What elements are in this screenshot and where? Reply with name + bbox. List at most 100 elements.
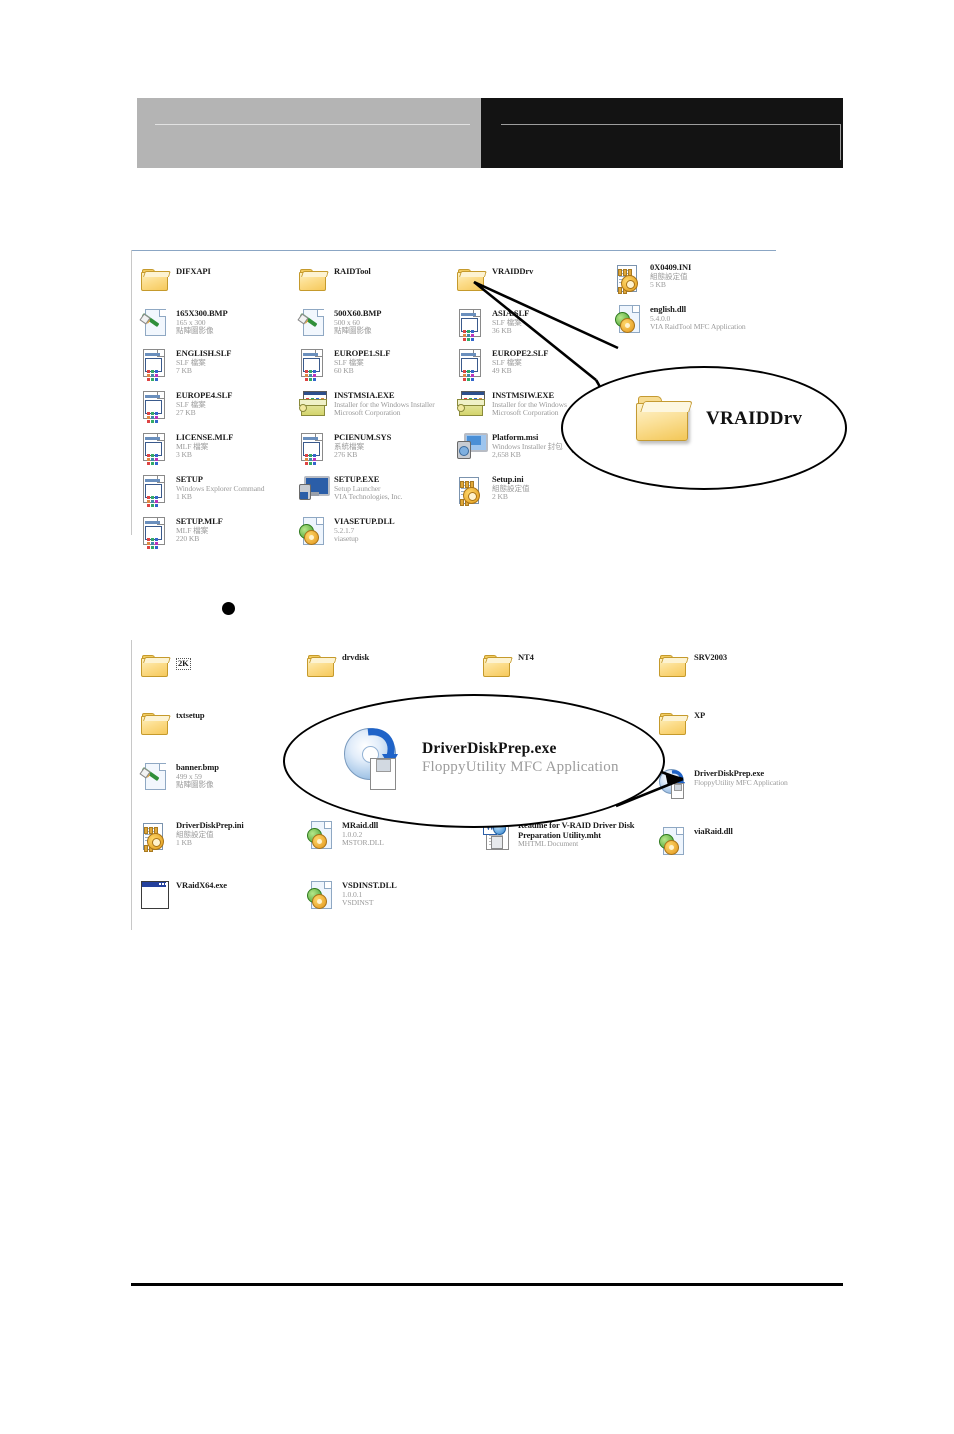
file-detail-line2: 2 KB [492,492,508,502]
file-icon-wrap [457,432,488,462]
file-item[interactable]: viaRaid.dll [659,826,839,856]
file-item[interactable]: Setup.ini 組態設定值 2 KB [457,474,611,506]
bullet-marker [222,602,235,615]
file-text: Readme for V-RAID Driver Disk Preparation… [518,820,655,849]
file-text: SETUP.MLF MLF 檔案 220 KB [176,516,295,544]
file-icon-wrap [141,710,171,740]
file-detail-line2: 點陣圖影像 [334,326,372,336]
file-detail-line2: VIA RaidTool MFC Application [650,322,746,332]
file-item[interactable]: SRV2003 [659,652,839,682]
file-item[interactable]: PCIENUM.SYS 系統檔案 276 KB [299,432,453,465]
slf-document-icon [141,349,165,381]
file-icon-wrap [141,432,171,465]
file-item[interactable]: DriverDiskPrep.ini 組態設定值 1 KB [141,820,303,852]
file-detail-line1: 組態設定值 [650,271,688,281]
dll-gear-icon [307,821,332,849]
file-item[interactable]: VRAIDDrv [457,266,611,296]
file-text: VRaidX64.exe [176,880,303,891]
file-item[interactable]: EUROPE1.SLF SLF 檔案 60 KB [299,348,453,381]
folder-icon [141,268,171,291]
file-text: DriverDiskPrep.ini 組態設定值 1 KB [176,820,303,848]
file-item[interactable]: DriverDiskPrep.exe FloppyUtility MFC Appl… [659,768,839,799]
file-text: EUROPE2.SLF SLF 檔案 49 KB [492,348,611,376]
setup-monitor-icon [299,475,330,502]
file-item[interactable]: 165X300.BMP 165 x 300 點陣圖影像 [139,308,295,338]
file-detail-line2: 36 KB [492,326,512,336]
mlf-document-icon [141,517,165,549]
file-item[interactable]: EUROPE2.SLF SLF 檔案 49 KB [457,348,611,381]
file-icon-wrap [139,762,171,792]
installer-box-icon [299,391,327,418]
file-text: SETUP Windows Explorer Command 1 KB [176,474,295,502]
file-item[interactable]: LICENSE.MLF MLF 檔案 3 KB [141,432,295,465]
file-item[interactable]: ASIA.SLF SLF 檔案 36 KB [457,308,611,341]
file-item[interactable]: drvdisk [307,652,479,682]
file-icon-wrap [457,474,487,506]
file-detail-line2: 5 KB [650,280,666,290]
file-text: VIASETUP.DLL 5.2.1.7 viasetup [334,516,453,544]
bitmap-image-icon [139,763,167,791]
file-text: EUROPE4.SLF SLF 檔案 27 KB [176,390,295,418]
header-right-rule [501,124,841,125]
file-icon-wrap [141,880,171,910]
file-name: RAIDTool [334,266,371,276]
file-item[interactable]: 2K [141,652,303,682]
file-item[interactable]: english.dll 5.4.0.0 VIA RaidTool MFC Appli… [615,304,772,334]
file-name: VRaidX64.exe [176,880,227,890]
file-detail-line2: MSTOR.DLL [342,838,384,848]
file-icon-wrap [141,820,171,852]
file-name: drvdisk [342,652,370,662]
file-item[interactable]: 0X0409.INI 組態設定值 5 KB [615,262,772,294]
file-name: NT4 [518,652,534,662]
file-item[interactable]: banner.bmp 499 x 59 點陣圖影像 [139,762,303,792]
file-icon-wrap [457,308,487,341]
file-detail-line2: 1 KB [176,838,192,848]
file-icon-wrap [457,390,487,420]
folder-icon [659,712,689,735]
file-icon-wrap [307,820,337,850]
file-text: VRAIDDrv [492,266,611,277]
file-item[interactable]: SETUP Windows Explorer Command 1 KB [141,474,295,507]
file-item[interactable]: EUROPE4.SLF SLF 檔案 27 KB [141,390,295,423]
file-item[interactable]: VSDINST.DLL 1.0.0.1 VSDINST [307,880,479,910]
file-text: VSDINST.DLL 1.0.0.1 VSDINST [342,880,479,908]
file-item[interactable]: txtsetup [141,710,303,740]
file-text: XP [694,710,839,721]
callout-driverdiskprep-content: DriverDiskPrep.exe FloppyUtility MFC App… [344,726,619,790]
file-text: LICENSE.MLF MLF 檔案 3 KB [176,432,295,460]
msi-package-icon [457,433,488,460]
file-item[interactable]: XP [659,710,839,740]
file-text: 0X0409.INI 組態設定值 5 KB [650,262,772,290]
file-icon-wrap [659,652,689,682]
file-text: DriverDiskPrep.exe FloppyUtility MFC Appl… [694,768,839,787]
file-item[interactable]: DIFXAPI [141,266,295,296]
sys-document-icon [299,433,323,465]
file-item[interactable]: INSTMSIA.EXE Installer for the Windows In… [299,390,453,420]
slf-document-icon [141,391,165,423]
file-text: INSTMSIA.EXE Installer for the Windows In… [334,390,453,418]
folder-icon [483,654,513,677]
file-item[interactable]: NT4 [483,652,655,682]
file-detail-line1: FloppyUtility MFC Application [694,777,788,787]
file-item[interactable]: VIASETUP.DLL 5.2.1.7 viasetup [299,516,453,546]
file-item[interactable]: SETUP.EXE Setup Launcher VIA Technologies,… [299,474,453,504]
file-text: 165X300.BMP 165 x 300 點陣圖影像 [176,308,295,336]
folder-icon [636,395,693,443]
file-name: DIFXAPI [176,266,211,276]
file-item[interactable]: ENGLISH.SLF SLF 檔案 7 KB [141,348,295,381]
folder-icon [307,654,337,677]
file-text: EUROPE1.SLF SLF 檔案 60 KB [334,348,453,376]
file-detail-line2: viasetup [334,534,359,544]
file-item[interactable]: VRaidX64.exe [141,880,303,910]
file-text: NT4 [518,652,655,663]
file-text: DIFXAPI [176,266,295,277]
file-item[interactable]: 500X60.BMP 500 x 60 點陣圖影像 [297,308,453,338]
file-icon-wrap [483,652,513,682]
file-icon-wrap [307,880,337,910]
file-icon-wrap [141,516,171,549]
file-item[interactable]: RAIDTool [299,266,453,296]
file-icon-wrap [457,266,487,296]
file-icon-wrap [615,262,645,294]
cd-floppy-icon [659,768,689,799]
file-item[interactable]: SETUP.MLF MLF 檔案 220 KB [141,516,295,549]
